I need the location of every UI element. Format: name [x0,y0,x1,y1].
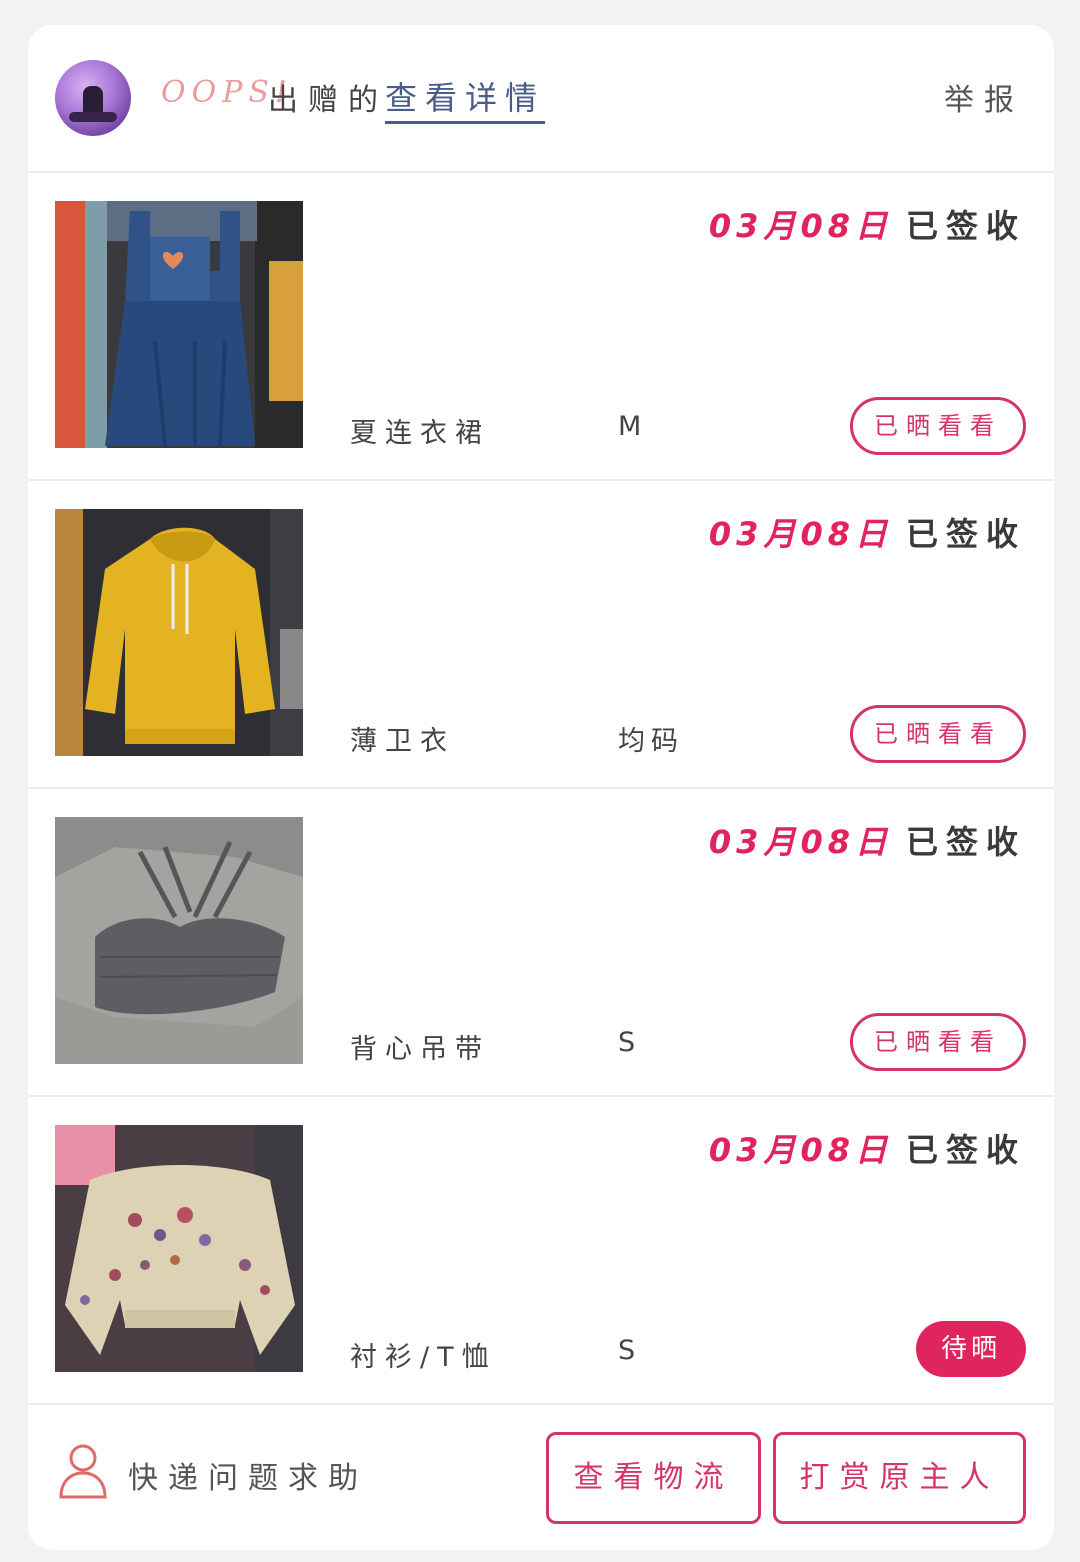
tip-original-owner-button[interactable]: 打赏原主人 [773,1432,1026,1524]
item-size: M [618,411,648,442]
delivery-help-link[interactable]: 快递问题求助 [128,1453,368,1497]
item-size: S [618,1335,642,1366]
gift-label: 出赠的 [268,83,388,118]
item-name: 背心吊带 [350,1034,490,1065]
view-logistics-button[interactable]: 查看物流 [546,1432,761,1524]
delivery-info: 03月08日 已签收 [709,201,1026,247]
view-details-link[interactable]: 查看详情 [385,73,546,124]
person-outline-icon[interactable] [58,1443,108,1499]
delivery-date: 03月08日 [708,1131,892,1169]
item-size: S [618,1027,642,1058]
order-footer: 快递问题求助 查看物流 打赏原主人 [28,1403,1054,1550]
view-photos-button[interactable]: 已晒看看 [850,397,1026,455]
delivery-status: 已签收 [905,207,1026,245]
item-name: 夏连衣裙 [350,418,490,449]
delivery-status: 已签收 [905,515,1026,553]
gift-order-card: OOPS! 出赠的 查看详情 举报 03月08日 已签收 夏连衣裙 M 已晒看看… [28,25,1054,1550]
item-name: 衬衫/T恤 [350,1342,497,1373]
delivery-date: 03月08日 [708,515,892,553]
item-photo[interactable] [55,201,303,448]
pending-photo-button[interactable]: 待晒 [916,1321,1026,1377]
item-photo[interactable] [55,1125,303,1372]
delivery-info: 03月08日 已签收 [709,817,1026,863]
item-photo[interactable] [55,509,303,756]
view-photos-button[interactable]: 已晒看看 [850,1013,1026,1071]
item-photo[interactable] [55,817,303,1064]
delivery-status: 已签收 [905,823,1026,861]
list-item[interactable]: 03月08日 已签收 背心吊带 S 已晒看看 [28,789,1054,1097]
avatar[interactable] [55,60,131,136]
delivery-status: 已签收 [905,1131,1026,1169]
delivery-date: 03月08日 [708,823,892,861]
delivery-info: 03月08日 已签收 [709,1125,1026,1171]
list-item[interactable]: 03月08日 已签收 衬衫/T恤 S 待晒 [28,1097,1054,1405]
list-item[interactable]: 03月08日 已签收 夏连衣裙 M 已晒看看 [28,173,1054,481]
order-header: OOPS! 出赠的 查看详情 举报 [28,25,1054,173]
item-size: 均码 [618,726,684,757]
report-button[interactable]: 举报 [944,75,1024,119]
view-photos-button[interactable]: 已晒看看 [850,705,1026,763]
delivery-date: 03月08日 [708,207,892,245]
list-item[interactable]: 03月08日 已签收 薄卫衣 均码 已晒看看 [28,481,1054,789]
item-name: 薄卫衣 [350,726,455,757]
delivery-info: 03月08日 已签收 [709,509,1026,555]
